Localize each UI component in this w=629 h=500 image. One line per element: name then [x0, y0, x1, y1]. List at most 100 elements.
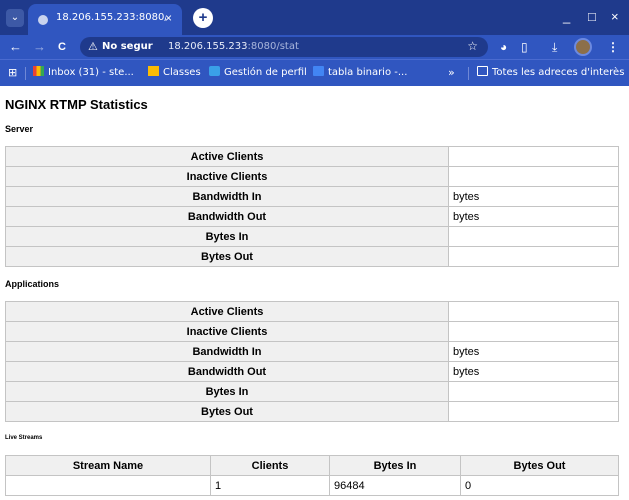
page-title: NGINX RTMP Statistics — [5, 97, 148, 112]
window-close-icon[interactable]: × — [611, 9, 619, 24]
row-label: Active Clients — [5, 146, 449, 167]
bookmarks-separator — [468, 67, 469, 80]
column-header: Stream Name — [5, 455, 211, 476]
bookmarks-bar: ⊞ Inbox (31) - ste... Classes Gestión de… — [0, 59, 629, 86]
applications-table: Active Clients Inactive Clients Bandwidt… — [5, 301, 619, 422]
table-row: 1 96484 0 — [5, 475, 619, 496]
globe-icon — [38, 15, 48, 25]
column-header: Bytes Out — [460, 455, 619, 476]
row-value — [448, 226, 619, 247]
page-content: NGINX RTMP Statistics Server Active Clie… — [0, 86, 629, 500]
docs-icon — [313, 66, 324, 76]
browser-tab-strip: ⌄ 18.206.155.233:8080/stat × + _ □ × — [0, 0, 629, 35]
tab-close-icon[interactable]: × — [165, 11, 172, 25]
table-row: Bandwidth In bytes — [5, 186, 619, 207]
row-value: bytes — [448, 361, 619, 382]
profile-avatar[interactable] — [574, 38, 592, 56]
stream-name-cell — [5, 475, 211, 496]
applications-heading: Applications — [5, 279, 60, 289]
bookmark-label: Gestión de perfil — [224, 67, 307, 78]
column-header: Bytes In — [329, 455, 461, 476]
row-label: Bandwidth In — [5, 341, 449, 362]
browser-toolbar: ← → C ⚠ No segur 18.206.155.233:8080/sta… — [0, 35, 629, 59]
bookmark-star-icon[interactable]: ☆ — [467, 39, 478, 53]
bookmark-classes[interactable]: Classes — [148, 66, 201, 78]
minimize-icon[interactable]: _ — [563, 9, 570, 24]
tab-search-button[interactable]: ⌄ — [6, 9, 24, 27]
warning-icon[interactable]: ⚠ — [88, 40, 98, 53]
row-value — [448, 321, 619, 342]
bookmark-inbox[interactable]: Inbox (31) - ste... — [33, 66, 134, 78]
row-value — [448, 301, 619, 322]
row-value — [448, 166, 619, 187]
bookmarks-overflow[interactable]: » — [448, 66, 455, 79]
forward-icon[interactable]: → — [33, 39, 46, 55]
gmail-icon — [33, 66, 44, 76]
all-bookmarks-label: Totes les adreces d'interès — [492, 67, 625, 78]
row-value — [448, 401, 619, 422]
bookmarks-separator — [25, 67, 26, 80]
puzzle-icon[interactable]: ▯ — [521, 40, 528, 54]
table-row: Bandwidth Out bytes — [5, 361, 619, 382]
table-row: Active Clients — [5, 301, 619, 322]
table-row: Bandwidth Out bytes — [5, 206, 619, 227]
bookmark-label: Classes — [163, 67, 201, 78]
row-value: bytes — [448, 341, 619, 362]
address-bar[interactable]: ⚠ No segur 18.206.155.233:8080/stat ☆ — [80, 37, 488, 57]
live-streams-heading: Live Streams — [5, 435, 43, 441]
row-value — [448, 246, 619, 267]
server-heading: Server — [5, 124, 34, 134]
table-header-row: Stream Name Clients Bytes In Bytes Out — [5, 455, 619, 476]
download-icon[interactable]: ⤓ — [552, 40, 557, 54]
bytes-out-cell: 0 — [460, 475, 619, 496]
bookmark-label: Inbox (31) - ste... — [48, 67, 134, 78]
browser-tab-active[interactable]: 18.206.155.233:8080/stat × — [28, 4, 182, 35]
all-bookmarks-folder[interactable]: Totes les adreces d'interès — [477, 66, 624, 78]
bookmark-label: tabla binario -... — [328, 67, 408, 78]
bookmark-tabla[interactable]: tabla binario -... — [313, 66, 407, 78]
extension-icon[interactable]: ◕ — [500, 40, 507, 54]
table-row: Bandwidth In bytes — [5, 341, 619, 362]
row-value: bytes — [448, 206, 619, 227]
row-label: Inactive Clients — [5, 166, 449, 187]
row-label: Bandwidth In — [5, 186, 449, 207]
table-row: Active Clients — [5, 146, 619, 167]
row-label: Inactive Clients — [5, 321, 449, 342]
profile-icon — [209, 66, 220, 76]
table-row: Bytes In — [5, 226, 619, 247]
apps-grid-icon[interactable]: ⊞ — [8, 66, 17, 79]
row-value — [448, 381, 619, 402]
column-header: Clients — [210, 455, 330, 476]
back-icon[interactable]: ← — [9, 39, 22, 55]
live-streams-table: Stream Name Clients Bytes In Bytes Out 1… — [5, 455, 619, 496]
row-label: Bandwidth Out — [5, 361, 449, 382]
table-row: Inactive Clients — [5, 321, 619, 342]
new-tab-button[interactable]: + — [193, 8, 213, 28]
url-text[interactable]: 18.206.155.233:8080/stat — [168, 41, 299, 52]
url-host: 18.206.155.233 — [168, 41, 248, 52]
row-label: Bytes Out — [5, 401, 449, 422]
tab-title: 18.206.155.233:8080/stat — [56, 12, 166, 23]
row-label: Bandwidth Out — [5, 206, 449, 227]
bytes-in-cell: 96484 — [329, 475, 461, 496]
clients-cell: 1 — [210, 475, 330, 496]
maximize-icon[interactable]: □ — [588, 9, 596, 24]
row-label: Bytes In — [5, 381, 449, 402]
folder-icon — [477, 66, 488, 76]
bookmark-profile[interactable]: Gestión de perfil — [209, 66, 307, 78]
server-table: Active Clients Inactive Clients Bandwidt… — [5, 146, 619, 267]
security-label[interactable]: No segur — [102, 41, 153, 52]
table-row: Bytes In — [5, 381, 619, 402]
row-label: Bytes In — [5, 226, 449, 247]
row-value: bytes — [448, 186, 619, 207]
row-value — [448, 146, 619, 167]
table-row: Bytes Out — [5, 246, 619, 267]
row-label: Active Clients — [5, 301, 449, 322]
menu-kebab-icon[interactable]: ⋮ — [607, 40, 619, 54]
table-row: Inactive Clients — [5, 166, 619, 187]
classroom-icon — [148, 66, 159, 76]
table-row: Bytes Out — [5, 401, 619, 422]
row-label: Bytes Out — [5, 246, 449, 267]
reload-icon[interactable]: C — [58, 39, 66, 55]
url-path: :8080/stat — [247, 41, 299, 52]
